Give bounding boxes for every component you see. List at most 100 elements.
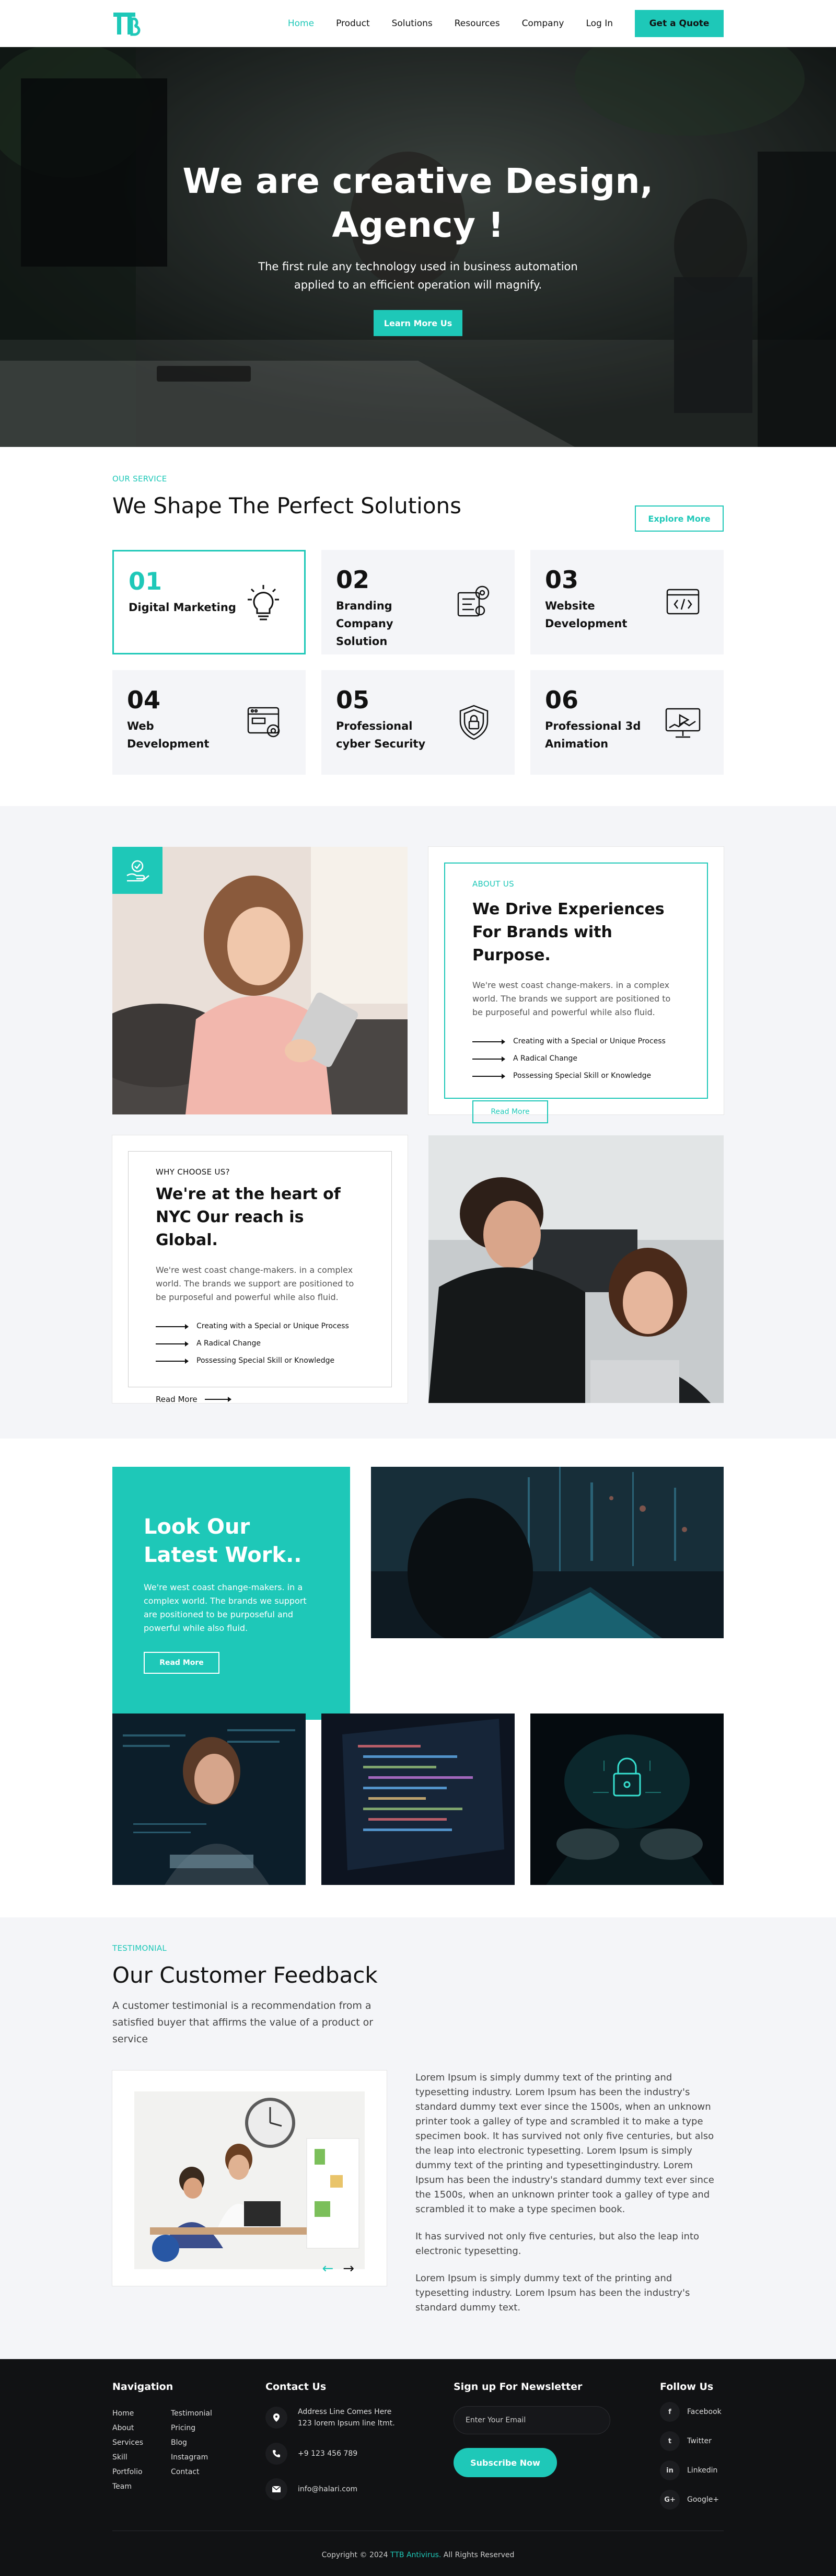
footer-link-about[interactable]: About (112, 2421, 171, 2435)
service-name: Professional cyber Security (336, 720, 426, 750)
office-team-image (134, 2091, 365, 2269)
arrow-right-icon (472, 1056, 505, 1062)
arrow-right-icon (472, 1073, 505, 1079)
service-name: Web Development (127, 720, 210, 750)
list-item: Creating with a Special or Unique Proces… (472, 1033, 680, 1050)
footer-link-blog[interactable]: Blog (171, 2435, 229, 2450)
copyright: Copyright © 2024 TTB Antivirus. All Righ… (112, 2531, 724, 2559)
copyright-brand[interactable]: TTB Antivirus. (390, 2551, 441, 2559)
why-read-more-link[interactable]: Read More (156, 1395, 364, 1404)
keyboard-lock-image (530, 1714, 724, 1885)
footer-link-contact[interactable]: Contact (171, 2465, 229, 2479)
service-card-branding[interactable]: 02 Branding Company Solution (321, 550, 515, 654)
testimonial-subtitle: A customer testimonial is a recommendati… (112, 2000, 374, 2045)
arrow-right-icon (156, 1324, 189, 1329)
point-label: Possessing Special Skill or Knowledge (196, 1356, 335, 1365)
web-settings-icon (247, 707, 280, 738)
social-facebook[interactable]: f Facebook (660, 2402, 724, 2422)
hacker-laptop-image (371, 1467, 724, 1638)
footer-link-home[interactable]: Home (112, 2406, 171, 2421)
testimonial-arrows: ← → (322, 2261, 354, 2276)
social-twitter[interactable]: t Twitter (660, 2431, 724, 2451)
point-label: Creating with a Special or Unique Proces… (196, 1322, 349, 1330)
about-card-inner: ABOUT US We Drive Experiences For Brands… (444, 862, 708, 1123)
nav-home[interactable]: Home (288, 18, 314, 29)
list-item: Possessing Special Skill or Knowledge (156, 1352, 364, 1370)
social-google-plus[interactable]: G+ Google+ (660, 2490, 724, 2510)
footer-link-instagram[interactable]: Instagram (171, 2450, 229, 2465)
logo[interactable] (112, 9, 141, 38)
nav-company[interactable]: Company (522, 18, 564, 29)
work-top-row: Look Our Latest Work.. We're west coast … (112, 1467, 724, 1720)
about-grid: ABOUT US We Drive Experiences For Brands… (112, 847, 724, 1404)
contact-email: info@halari.com (265, 2478, 454, 2500)
footer-link-services[interactable]: Services (112, 2435, 171, 2450)
code-screen-photo[interactable] (321, 1714, 515, 1885)
testimonial-image-card: ← → (112, 2071, 387, 2286)
newsletter-email-field[interactable]: Enter Your Email (454, 2406, 610, 2434)
point-label: A Radical Change (513, 1054, 578, 1063)
why-eyebrow: WHY CHOOSE US? (156, 1167, 230, 1177)
hero-title-line1: We are creative Design, (182, 161, 654, 201)
about-read-more-button[interactable]: Read More (472, 1100, 548, 1123)
testimonial-section: TESTIMONIAL Our Customer Feedback A cust… (0, 1917, 836, 2359)
footer-navigation: Navigation Home About Services Skill Por… (112, 2381, 265, 2510)
footer-link-team[interactable]: Team (112, 2479, 171, 2494)
shield-lock-icon (459, 705, 489, 740)
hero-title: We are creative Design, Agency ! (0, 159, 836, 247)
about-description: We're west coast change-makers. in a com… (472, 980, 671, 1017)
service-card-digital-marketing[interactable]: 01 Digital Marketing (112, 550, 306, 654)
work-read-more-button[interactable]: Read More (144, 1652, 219, 1674)
footer-nav-title: Navigation (112, 2381, 173, 2393)
about-eyebrow: ABOUT US (472, 879, 514, 889)
work-description: We're west coast change-makers. in a com… (144, 1582, 307, 1633)
phone-text[interactable]: +9 123 456 789 (298, 2448, 357, 2459)
logo-mark-icon (113, 13, 141, 36)
nav-solutions[interactable]: Solutions (392, 18, 433, 29)
service-card-cyber-security[interactable]: 05 Professional cyber Security (321, 670, 515, 775)
footer-link-skill[interactable]: Skill (112, 2450, 171, 2465)
point-label: A Radical Change (196, 1339, 261, 1348)
prev-arrow-icon[interactable]: ← (322, 2261, 333, 2276)
linkedin-icon: in (660, 2460, 680, 2480)
keyboard-lock-photo[interactable] (530, 1714, 724, 1885)
twitter-icon: t (660, 2431, 680, 2451)
read-more-label: Read More (156, 1395, 198, 1404)
services-grid: 01 Digital Marketing 02 Branding Company… (112, 550, 724, 775)
phone-icon (265, 2443, 287, 2465)
team-laptop-photo (428, 1135, 724, 1403)
testimonial-grid: ← → Lorem Ipsum is simply dummy text of … (112, 2071, 724, 2328)
why-description: We're west coast change-makers. in a com… (156, 1265, 354, 1302)
social-label: Linkedin (687, 2466, 718, 2475)
service-card-3d-animation[interactable]: 06 Professional 3d Animation (530, 670, 724, 775)
office-team-photo (134, 2091, 365, 2284)
email-text[interactable]: info@halari.com (298, 2483, 357, 2495)
testimonial-paragraph-2: It has survived not only five centuries,… (415, 2231, 700, 2257)
explore-more-button[interactable]: Explore More (635, 505, 724, 532)
footer-link-pricing[interactable]: Pricing (171, 2421, 229, 2435)
copyright-prefix: Copyright © 2024 (321, 2551, 388, 2559)
nav-product[interactable]: Product (336, 18, 370, 29)
footer-link-testimonial[interactable]: Testimonial (171, 2406, 229, 2421)
nav-login[interactable]: Log In (586, 18, 613, 29)
get-quote-button[interactable]: Get a Quote (635, 10, 724, 37)
woman-screens-photo[interactable] (112, 1714, 306, 1885)
hand-award-badge (112, 847, 162, 894)
list-item: A Radical Change (156, 1335, 364, 1352)
footer-link-portfolio[interactable]: Portfolio (112, 2465, 171, 2479)
service-name: Website Development (545, 600, 628, 630)
learn-more-button[interactable]: Learn More Us (374, 310, 462, 336)
about-title: We Drive Experiences For Brands with Pur… (472, 900, 665, 964)
next-arrow-icon[interactable]: → (343, 2261, 354, 2276)
service-card-web-development[interactable]: 04 Web Development (112, 670, 306, 775)
testimonial-paragraph-3: Lorem Ipsum is simply dummy text of the … (415, 2273, 690, 2313)
social-linkedin[interactable]: in Linkedin (660, 2460, 724, 2480)
hero-content: We are creative Design, Agency ! The fir… (0, 159, 836, 336)
subscribe-button[interactable]: Subscribe Now (454, 2448, 557, 2477)
list-item: Creating with a Special or Unique Proces… (156, 1318, 364, 1335)
list-item: A Radical Change (472, 1050, 680, 1067)
service-card-website-development[interactable]: 03 Website Development (530, 550, 724, 654)
lightbulb-icon (248, 585, 279, 620)
nav-resources[interactable]: Resources (455, 18, 500, 29)
hacker-laptop-photo[interactable] (371, 1467, 724, 1638)
